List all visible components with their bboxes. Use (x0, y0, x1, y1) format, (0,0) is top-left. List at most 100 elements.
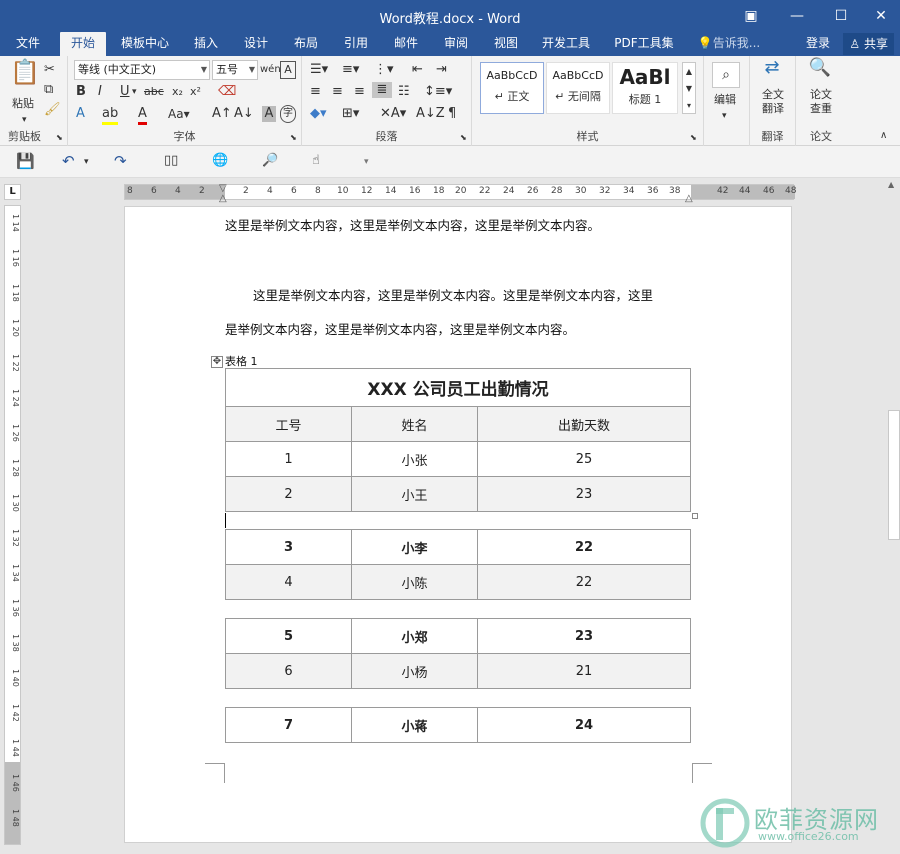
text-effects-icon[interactable]: A (76, 106, 85, 122)
line-spacing-icon[interactable]: ↕≡▾ (424, 84, 452, 100)
clipboard-launcher-icon[interactable]: ⬊ (56, 130, 63, 146)
cell[interactable]: 小杨 (351, 653, 478, 689)
font-launcher-icon[interactable]: ⬊ (290, 130, 297, 146)
align-left-icon[interactable]: ≡ (310, 84, 321, 100)
cell[interactable]: 小陈 (351, 564, 478, 600)
horizontal-ruler[interactable]: 8 6 4 2 2 4 6 8 10 12 14 16 18 20 22 24 26 28 30 32 34 36 38 42… (124, 183, 796, 204)
document-check-icon[interactable]: 🔍 (806, 59, 834, 77)
bold-icon[interactable]: B (76, 84, 86, 100)
table-title[interactable]: XXX 公司员工出勤情况 (225, 368, 691, 407)
cell[interactable]: 24 (477, 707, 691, 743)
clear-format-icon[interactable]: ⌫ (218, 84, 236, 100)
style-normal[interactable]: AaBbCcD ↵ 正文 (480, 62, 544, 114)
tab-pdf-tools[interactable]: PDF工具集 (608, 32, 680, 56)
minimize-button[interactable]: — (774, 0, 820, 32)
decrease-indent-icon[interactable]: ⇤ (412, 62, 423, 78)
styles-launcher-icon[interactable]: ⬊ (690, 130, 697, 146)
cell[interactable]: 小李 (351, 529, 478, 565)
tab-file[interactable]: 文件 (8, 32, 48, 56)
cell[interactable]: 2 (225, 476, 352, 512)
translate-icon[interactable]: ⇄ (758, 59, 786, 77)
cell[interactable]: 21 (477, 653, 691, 689)
sort-icon[interactable]: A↓Z (416, 106, 445, 122)
tab-review[interactable]: 审阅 (436, 32, 476, 56)
vertical-ruler[interactable]: 1 14 1 16 1 18 1 20 1 22 1 24 1 26 1 28 1 30 1 32… (4, 205, 21, 845)
share-button[interactable]: ♙ 共享 (843, 33, 894, 55)
cell[interactable]: 小张 (351, 441, 478, 477)
table-caption[interactable]: 表格 1 (225, 353, 258, 369)
attendance-table-part-2[interactable]: 3 小李 22 4 小陈 22 (225, 529, 691, 600)
multilevel-list-icon[interactable]: ⋮▾ (374, 62, 394, 78)
shading-icon[interactable]: ◆▾ (310, 106, 327, 122)
format-painter-icon[interactable]: 🖌 (44, 102, 61, 118)
tab-insert[interactable]: 插入 (186, 32, 226, 56)
cell[interactable]: 22 (477, 529, 691, 565)
editing-button[interactable]: 编辑 (714, 92, 736, 108)
close-button[interactable]: ✕ (858, 0, 900, 32)
style-heading-1[interactable]: AaBl 标题 1 (612, 62, 678, 114)
tab-mailings[interactable]: 邮件 (386, 32, 426, 56)
undo-dropdown-icon[interactable]: ▾ (84, 154, 89, 170)
paragraph-2-line-2[interactable]: 是举例文本内容，这里是举例文本内容，这里是举例文本内容。 (225, 319, 575, 338)
paragraph-1[interactable]: 这里是举例文本内容，这里是举例文本内容，这里是举例文本内容。 (225, 215, 600, 234)
table-resize-handle[interactable] (692, 513, 698, 519)
distributed-icon[interactable]: ☷ (398, 84, 410, 100)
tab-design[interactable]: 设计 (236, 32, 276, 56)
copy-icon[interactable]: ⧉ (44, 82, 53, 98)
tab-selector-icon[interactable]: L (4, 184, 21, 200)
highlight-icon[interactable]: ab (102, 106, 119, 125)
attendance-table-part-3[interactable]: 5 小郑 23 6 小杨 21 (225, 618, 691, 689)
cell[interactable]: 4 (225, 564, 352, 600)
thesis-check-button[interactable]: 论文查重 (806, 88, 836, 116)
cut-icon[interactable]: ✂ (44, 62, 55, 78)
align-right-icon[interactable]: ≡ (354, 84, 365, 100)
align-center-icon[interactable]: ≡ (332, 84, 343, 100)
attendance-table-part-4[interactable]: 7 小蒋 24 (225, 707, 691, 743)
subscript-icon[interactable]: x₂ (172, 84, 183, 100)
underline-icon[interactable]: U (120, 84, 130, 100)
paste-clipboard-icon[interactable]: 📋 (10, 60, 40, 84)
paste-dropdown-icon[interactable]: ▾ (22, 112, 27, 128)
header-cell[interactable]: 工号 (225, 406, 352, 442)
cell[interactable]: 5 (225, 618, 352, 654)
two-pages-icon[interactable]: ▯▯ (164, 153, 178, 169)
chinese-layout-icon[interactable]: ✕A▾ (380, 106, 406, 122)
tab-template-center[interactable]: 模板中心 (116, 32, 174, 56)
justify-icon[interactable]: ≣ (372, 82, 392, 98)
tell-me-box[interactable]: 💡告诉我... (694, 32, 764, 56)
cell[interactable]: 小蒋 (351, 707, 478, 743)
header-cell[interactable]: 姓名 (351, 406, 478, 442)
undo-icon[interactable]: ↶ (62, 153, 75, 169)
web-layout-icon[interactable]: 🌐 (212, 153, 228, 169)
shrink-font-icon[interactable]: A↓ (234, 106, 254, 122)
tab-home[interactable]: 开始 (60, 32, 106, 56)
numbering-icon[interactable]: ≡▾ (342, 62, 359, 78)
touch-mode-icon[interactable]: ☝ (312, 153, 320, 169)
right-indent-marker-icon[interactable]: △ (685, 191, 693, 207)
chevron-down-icon[interactable]: ▾ (722, 108, 727, 124)
cell[interactable]: 7 (225, 707, 352, 743)
tab-references[interactable]: 引用 (336, 32, 376, 56)
font-color-icon[interactable]: A (138, 106, 147, 125)
paste-button[interactable]: 粘贴 (12, 96, 34, 112)
cell[interactable]: 小郑 (351, 618, 478, 654)
print-preview-icon[interactable]: 🔎 (262, 153, 278, 169)
enclose-char-icon[interactable]: 字 (280, 105, 296, 123)
save-icon[interactable]: 💾 (16, 153, 35, 169)
scrollbar-thumb[interactable] (888, 410, 900, 540)
login-button[interactable]: 登录 (800, 32, 836, 56)
attendance-table-part-1[interactable]: XXX 公司员工出勤情况 工号 姓名 出勤天数 1 小张 25 2 小王 23 (225, 368, 691, 512)
collapse-ribbon-icon[interactable]: ∧ (880, 128, 887, 144)
show-marks-icon[interactable]: ¶ (448, 106, 456, 122)
cell[interactable]: 小王 (351, 476, 478, 512)
cell[interactable]: 23 (477, 476, 691, 512)
paragraph-launcher-icon[interactable]: ⬊ (460, 130, 467, 146)
cell[interactable]: 3 (225, 529, 352, 565)
increase-indent-icon[interactable]: ⇥ (436, 62, 447, 78)
tab-layout[interactable]: 布局 (286, 32, 326, 56)
search-icon[interactable]: ⌕ (712, 62, 740, 88)
underline-dropdown-icon[interactable]: ▾ (132, 84, 137, 100)
bullets-icon[interactable]: ☰▾ (310, 62, 328, 78)
font-name-select[interactable]: 等线 (中文正文) ▼ (74, 60, 210, 80)
table-move-handle-icon[interactable]: ✥ (211, 356, 223, 368)
